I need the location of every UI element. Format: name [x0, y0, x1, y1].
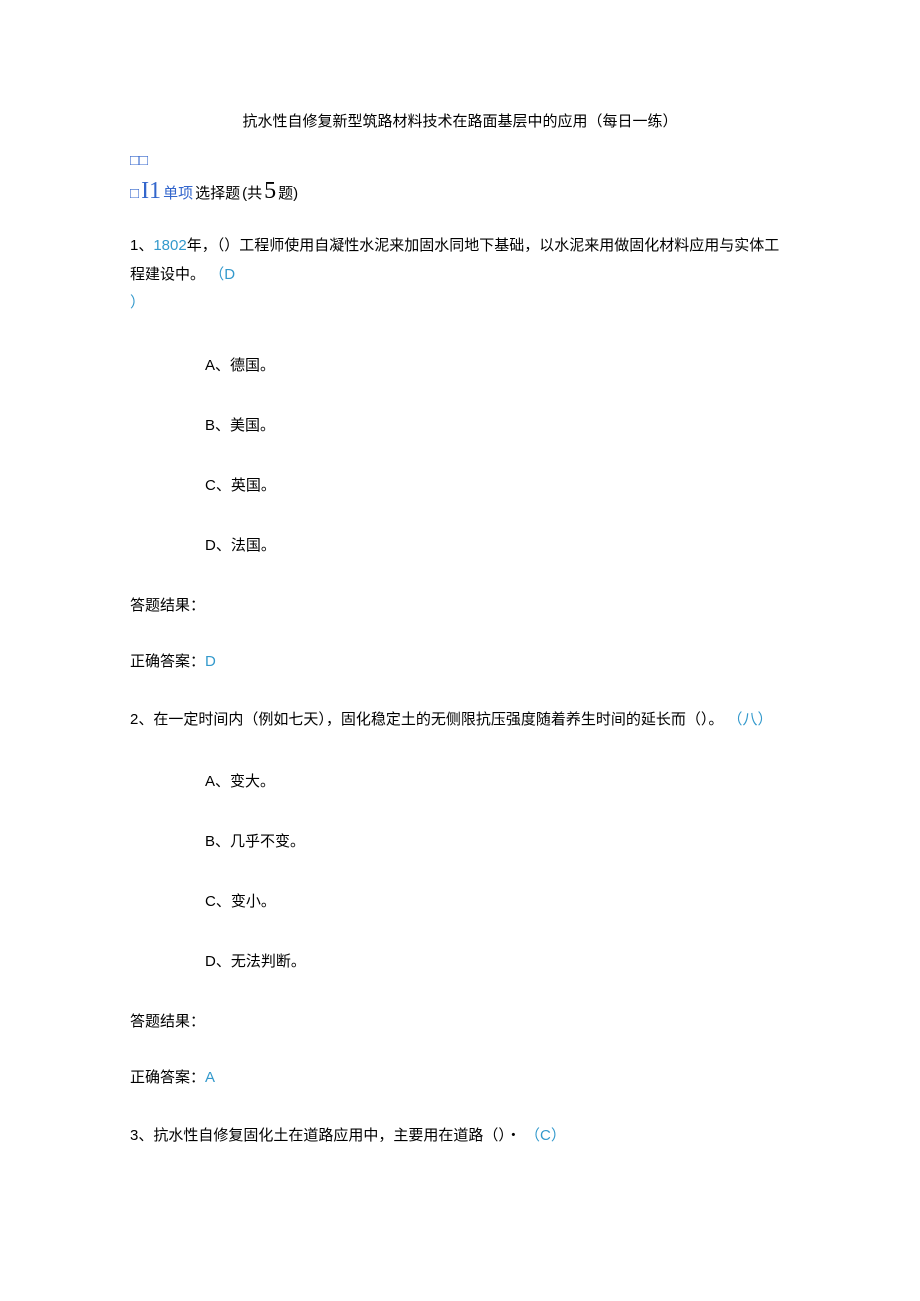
q1-correct-answer: 正确答案：D: [130, 650, 790, 674]
q2-option-a: A、变大。: [205, 770, 790, 794]
section-header: □ I1 单项选择题 (共5题): [130, 172, 790, 210]
page-title: 抗水性自修复新型筑路材料技术在路面基层中的应用（每日一练）: [130, 110, 790, 134]
q1-option-b: B、美国。: [205, 414, 790, 438]
q2-answer-mark: （八）: [728, 711, 773, 728]
q2-correct-prefix: 正确答案：: [130, 1069, 205, 1086]
q2-stem-text: 2、在一定时间内（例如七天），固化稳定土的无侧限抗压强度随着养生时间的延长而（）…: [130, 711, 723, 728]
section-label-blue: 单项: [163, 182, 193, 206]
q1-option-a: A、德国。: [205, 354, 790, 378]
q1-correct-prefix: 正确答案：: [130, 653, 205, 670]
q1-option-d: D、法国。: [205, 534, 790, 558]
section-count: 5: [264, 172, 276, 210]
section-number: I1: [141, 172, 161, 210]
q1-stem: 1、1802年，（）工程师使用自凝性水泥来加固水同地下基础，以水泥来用做固化材料…: [130, 232, 790, 318]
q3-stem: 3、抗水性自修复固化土在道路应用中，主要用在道路（）・ （C）: [130, 1122, 790, 1151]
section-paren-close: 题): [278, 182, 298, 206]
q2-option-d: D、无法判断。: [205, 950, 790, 974]
q1-index: 1、: [130, 237, 153, 254]
q3-answer-mark: （C）: [525, 1127, 566, 1144]
section-paren-open: (共: [242, 182, 262, 206]
q1-answer-mark: （D: [209, 266, 235, 283]
section-label-black: 选择题: [195, 182, 240, 206]
q1-option-c: C、英国。: [205, 474, 790, 498]
question-1: 1、1802年，（）工程师使用自凝性水泥来加固水同地下基础，以水泥来用做固化材料…: [130, 232, 790, 674]
q2-result-label: 答题结果：: [130, 1010, 790, 1034]
question-3: 3、抗水性自修复固化土在道路应用中，主要用在道路（）・ （C）: [130, 1122, 790, 1151]
q2-option-c: C、变小。: [205, 890, 790, 914]
q1-correct-letter: D: [205, 653, 216, 670]
q2-stem: 2、在一定时间内（例如七天），固化稳定土的无侧限抗压强度随着养生时间的延长而（）…: [130, 706, 790, 735]
q1-result-label: 答题结果：: [130, 594, 790, 618]
q1-options: A、德国。 B、美国。 C、英国。 D、法国。: [130, 354, 790, 558]
q2-correct-answer: 正确答案：A: [130, 1066, 790, 1090]
symbol-boxes: □□: [130, 152, 790, 170]
q2-correct-letter: A: [205, 1069, 215, 1086]
q3-stem-text: 3、抗水性自修复固化土在道路应用中，主要用在道路（）・: [130, 1127, 521, 1144]
section-box-glyph: □: [130, 182, 139, 206]
q1-year: 1802: [153, 237, 186, 254]
q2-option-b: B、几乎不变。: [205, 830, 790, 854]
q1-close-paren: ）: [130, 294, 145, 311]
q2-options: A、变大。 B、几乎不变。 C、变小。 D、无法判断。: [130, 770, 790, 974]
question-2: 2、在一定时间内（例如七天），固化稳定土的无侧限抗压强度随着养生时间的延长而（）…: [130, 706, 790, 1091]
